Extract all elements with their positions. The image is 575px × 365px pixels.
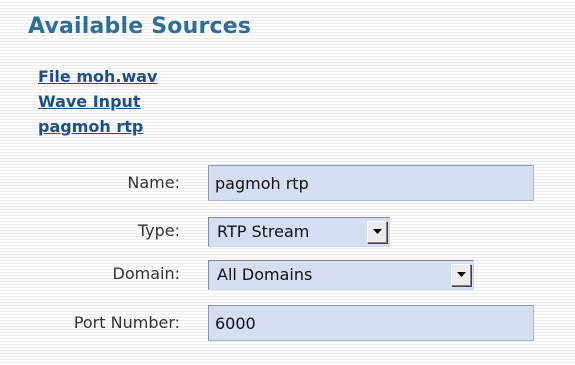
domain-row: Domain: All Domains [0,256,575,292]
source-link-pagmoh-rtp[interactable]: pagmoh rtp [38,117,143,136]
source-list: File moh.wav Wave Input pagmoh rtp [38,64,157,139]
port-number-field[interactable] [208,305,534,341]
list-item: Wave Input [38,89,157,114]
port-label: Port Number: [73,313,180,332]
panel-title: Available Sources [28,14,252,39]
available-sources-panel: Available Sources File moh.wav Wave Inpu… [0,0,575,365]
domain-dropdown-button[interactable] [451,264,471,286]
domain-select[interactable]: All Domains [208,260,474,290]
chevron-down-icon [373,229,382,234]
list-item: pagmoh rtp [38,114,157,139]
domain-label: Domain: [112,264,180,283]
type-select-value: RTP Stream [217,222,310,241]
name-label: Name: [127,173,180,192]
type-dropdown-button[interactable] [367,221,387,243]
port-row: Port Number: [0,305,575,341]
domain-select-value: All Domains [217,265,313,284]
chevron-down-icon [457,272,466,277]
list-item: File moh.wav [38,64,157,89]
name-row: Name: [0,165,575,201]
type-label: Type: [137,221,180,240]
source-link-wave-input[interactable]: Wave Input [38,92,141,111]
name-field[interactable] [208,165,534,201]
source-link-file-moh-wav[interactable]: File moh.wav [38,67,157,86]
type-row: Type: RTP Stream [0,213,575,249]
type-select[interactable]: RTP Stream [208,217,390,247]
